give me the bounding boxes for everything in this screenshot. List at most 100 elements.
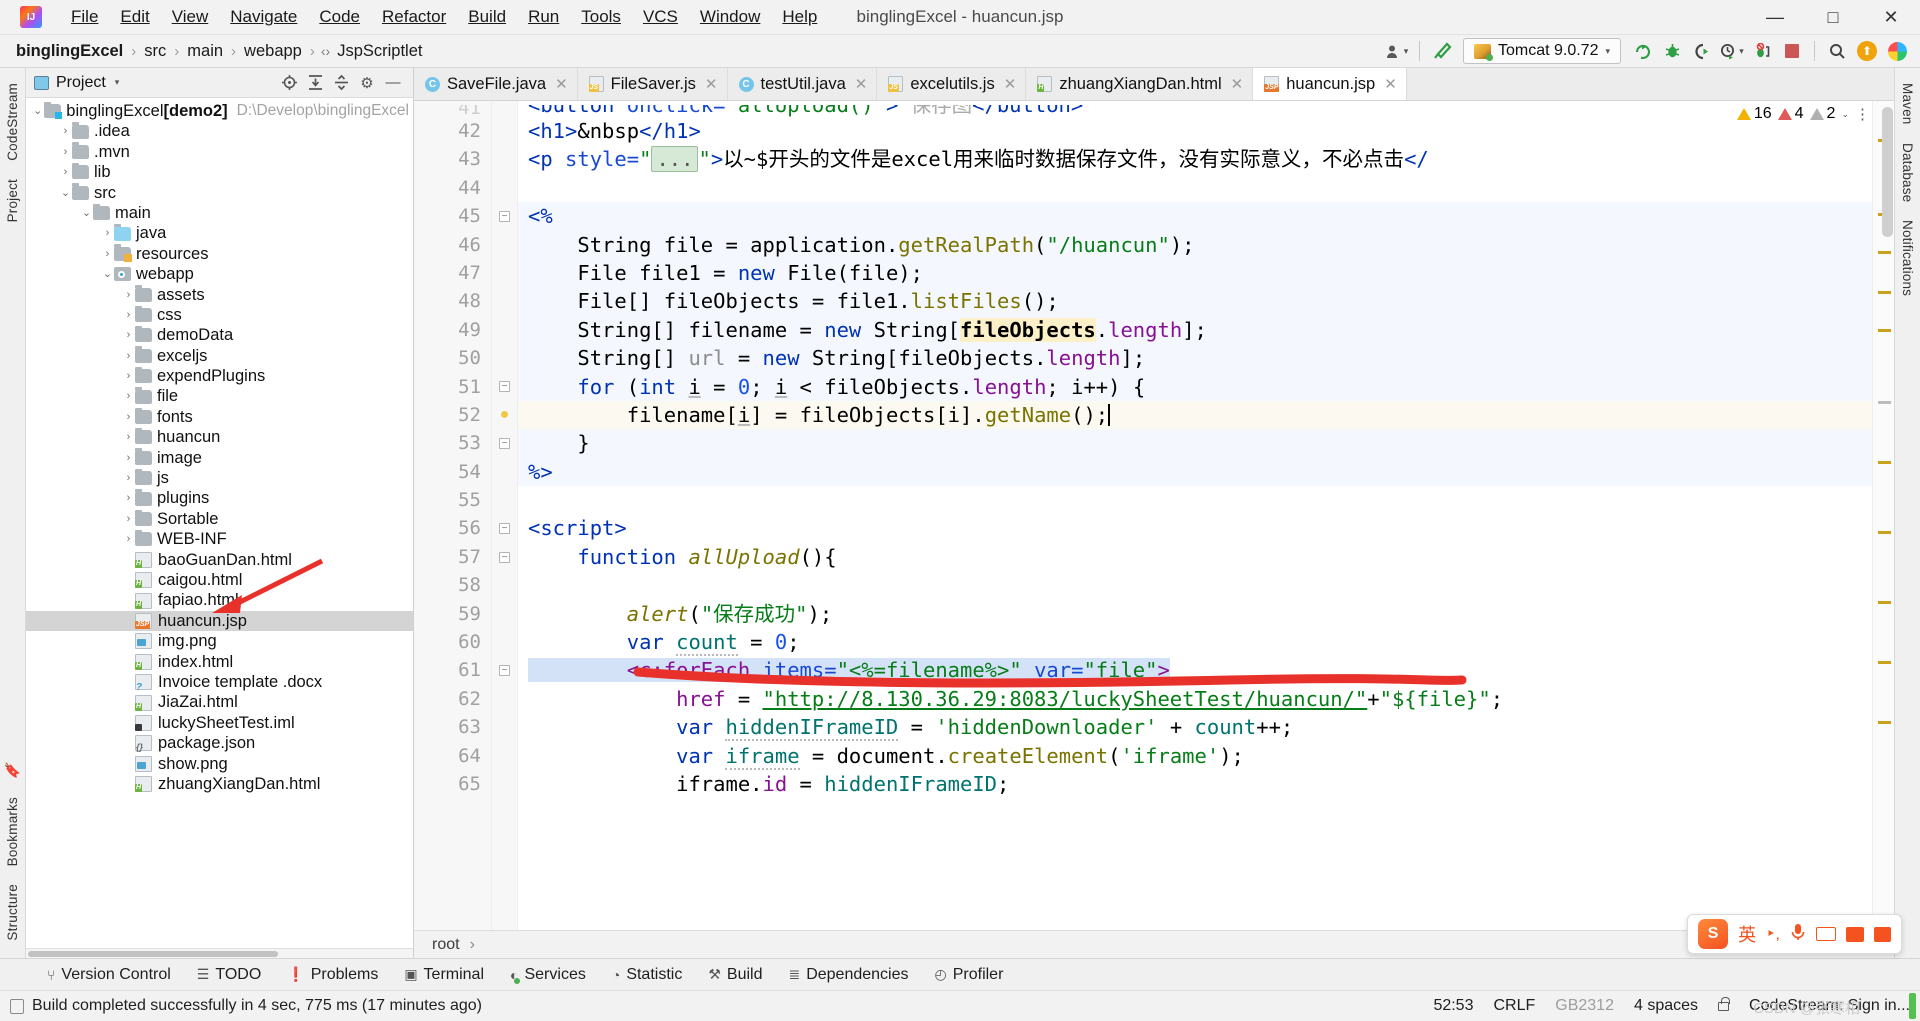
line-number-43[interactable]: 43 [414, 145, 491, 173]
hammer-build-icon[interactable] [1427, 38, 1457, 64]
more-options-icon[interactable]: ⋮ [1855, 105, 1870, 123]
mic-icon[interactable] [1790, 923, 1806, 946]
editor-tab-testutil-java[interactable]: testUtil.java ✕ [728, 68, 878, 100]
tree-expand-arrow[interactable]: ⌄ [80, 203, 93, 223]
error-count[interactable]: 4 [1777, 105, 1804, 123]
breadcrumb-item-webapp[interactable]: webapp [242, 41, 304, 62]
tool-window-button-statistic[interactable]: ◔ Statistic [599, 963, 695, 987]
update-icon[interactable]: ⬆ [1852, 38, 1882, 64]
tree-expand-arrow[interactable]: ⌄ [101, 264, 114, 284]
search-everywhere-icon[interactable] [1822, 38, 1852, 64]
line-number-51[interactable]: 51 [414, 373, 491, 401]
fold-marker-53[interactable]: − [492, 429, 517, 457]
close-tab-icon[interactable]: ✕ [705, 75, 718, 93]
tool-window-button-profiler[interactable]: ◴ Profiler [922, 963, 1017, 987]
line-number-44[interactable]: 44 [414, 174, 491, 202]
breadcrumb-item-project[interactable]: binglingExcel [14, 41, 125, 62]
fold-marker-57[interactable]: − [492, 543, 517, 571]
editor-scrollbar-thumb[interactable] [1882, 107, 1893, 237]
profile-icon[interactable]: ▾ [1717, 38, 1747, 64]
english-mode-label[interactable]: 英 [1738, 921, 1756, 947]
collapse-region-icon[interactable]: − [499, 381, 510, 393]
tree-node--mvn[interactable]: › .mvn [26, 142, 413, 162]
tree-node-huancun[interactable]: › huancun [26, 427, 413, 447]
inspection-widget[interactable]: 16 4 2 ⌄ ⋮ [1736, 105, 1870, 123]
tree-node-exceljs[interactable]: › exceljs [26, 346, 413, 366]
editor-marker-bar[interactable] [1872, 101, 1894, 930]
tool-window-button-problems[interactable]: ❗ Problems [274, 963, 391, 987]
minimize-button[interactable]: — [1746, 0, 1804, 34]
ide-ball-icon[interactable] [1882, 38, 1912, 64]
tree-expand-arrow[interactable]: › [122, 346, 135, 366]
breadcrumb-item-scriptlet[interactable]: JspScriptlet [335, 41, 424, 62]
tree-node-css[interactable]: › css [26, 305, 413, 325]
weak-warning-count[interactable]: 2 [1809, 105, 1835, 123]
line-number-48[interactable]: 48 [414, 287, 491, 315]
rail-tab-structure[interactable]: Structure [2, 875, 23, 950]
tree-expand-arrow[interactable]: › [122, 325, 135, 345]
tree-expand-arrow[interactable]: › [122, 305, 135, 325]
tree-node-luckysheettest-iml[interactable]: luckySheetTest.iml [26, 713, 413, 733]
editor-tab-savefile-java[interactable]: SaveFile.java ✕ [414, 68, 578, 100]
menu-refactor[interactable]: Refactor [371, 3, 457, 31]
tree-node-show-png[interactable]: show.png [26, 754, 413, 774]
code-content[interactable]: <button onclick="allUpload()"> 保存图</butt… [518, 101, 1872, 930]
menu-help[interactable]: Help [771, 3, 828, 31]
menu-edit[interactable]: Edit [109, 3, 160, 31]
tool-window-button-build[interactable]: ⚒ Build [695, 963, 775, 987]
line-number-58[interactable]: 58 [414, 571, 491, 599]
fold-marker-51[interactable]: − [492, 373, 517, 401]
tree-expand-arrow[interactable]: › [122, 386, 135, 406]
chevron-down-icon[interactable]: ⌄ [1841, 109, 1849, 120]
tree-node-invoice-template-docx[interactable]: ? Invoice template .docx [26, 672, 413, 693]
menu-file[interactable]: File [60, 3, 109, 31]
collapsed-style-placeholder[interactable]: ... [651, 146, 699, 173]
editor-tab-excelutils-js[interactable]: JS excelutils.js ✕ [877, 68, 1027, 100]
status-message[interactable]: Build completed successfully in 4 sec, 7… [32, 997, 482, 1015]
tree-expand-arrow[interactable]: › [101, 223, 114, 243]
lightbulb-icon[interactable]: ● [500, 406, 510, 424]
close-tab-icon[interactable]: ✕ [855, 75, 868, 93]
editor-tab-filesaver-js[interactable]: JS FileSaver.js ✕ [578, 68, 728, 100]
fold-marker-61[interactable]: − [492, 656, 517, 684]
breadcrumb-item-main[interactable]: main [185, 41, 225, 62]
line-number-59[interactable]: 59 [414, 600, 491, 628]
tree-node-resources[interactable]: › resources [26, 244, 413, 264]
project-horizontal-scrollbar[interactable] [26, 948, 413, 958]
tree-node-src[interactable]: ⌄ src [26, 183, 413, 203]
tree-expand-arrow[interactable]: › [122, 366, 135, 386]
rail-tab-project[interactable]: Project [2, 170, 23, 231]
fold-marker-45[interactable]: − [492, 202, 517, 230]
collapse-region-icon[interactable]: − [499, 523, 510, 535]
file-encoding[interactable]: GB2312 [1555, 997, 1614, 1015]
tree-expand-arrow[interactable]: › [59, 142, 72, 162]
tree-node-demodata[interactable]: › demoData [26, 325, 413, 345]
rail-tab-notifications[interactable]: Notifications [1897, 211, 1918, 305]
tree-node-assets[interactable]: › assets [26, 285, 413, 305]
tree-node-plugins[interactable]: › plugins [26, 488, 413, 508]
locate-icon[interactable] [277, 72, 301, 94]
editor-breadcrumb-root[interactable]: root [432, 936, 460, 954]
line-number-42[interactable]: 42 [414, 117, 491, 145]
menu-run[interactable]: Run [517, 3, 570, 31]
line-number-57[interactable]: 57 [414, 543, 491, 571]
collapse-region-icon[interactable]: − [499, 210, 510, 222]
menu-build[interactable]: Build [457, 3, 517, 31]
rail-tab-maven[interactable]: Maven [1897, 74, 1918, 134]
tree-expand-arrow[interactable]: › [59, 162, 72, 182]
line-separator[interactable]: CRLF [1493, 997, 1535, 1015]
line-number-53[interactable]: 53 [414, 429, 491, 457]
tree-expand-arrow[interactable]: › [122, 285, 135, 305]
line-number-46[interactable]: 46 [414, 231, 491, 259]
settings-gear-icon[interactable]: ⚙ [355, 72, 379, 94]
apps-icon[interactable] [1874, 926, 1891, 942]
tree-expand-arrow[interactable]: › [59, 121, 72, 141]
rail-tab-database[interactable]: Database [1897, 134, 1918, 211]
intention-bulb-52[interactable]: ● [492, 401, 517, 429]
tree-node-img-png[interactable]: img.png [26, 631, 413, 651]
chevron-down-icon[interactable]: ▾ [115, 77, 120, 88]
tree-node-baoguandan-html[interactable]: HbaoGuanDan.html [26, 550, 413, 570]
close-tab-icon[interactable]: ✕ [1384, 75, 1397, 93]
tool-window-button-terminal[interactable]: ▣ Terminal [391, 963, 497, 987]
tree-node-lib[interactable]: › lib [26, 162, 413, 182]
